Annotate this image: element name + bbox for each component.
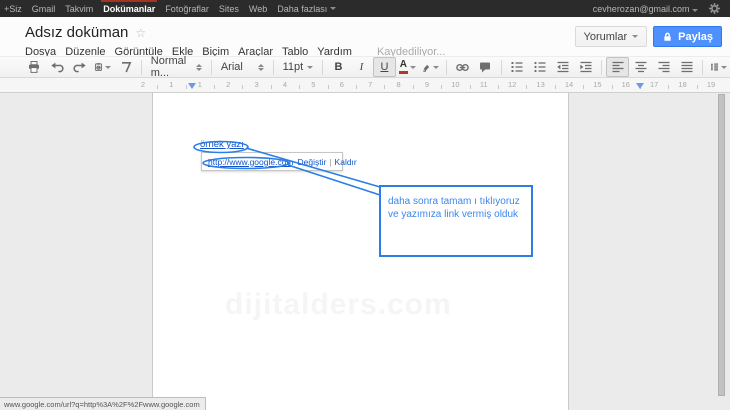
numbered-list-button[interactable] bbox=[505, 57, 528, 77]
bulleted-list-button[interactable] bbox=[528, 57, 551, 77]
comment-icon bbox=[478, 60, 492, 74]
nav-documents[interactable]: Dokümanlar bbox=[103, 0, 155, 17]
star-icon[interactable]: ☆ bbox=[135, 27, 146, 39]
toolbar-separator bbox=[501, 60, 502, 75]
link-bubble-divider: | bbox=[329, 157, 331, 167]
comments-button[interactable]: Yorumlar bbox=[575, 26, 648, 47]
browser-status-bar: www.google.com/url?q=http%3A%2F%2Fwww.go… bbox=[0, 397, 206, 410]
chevron-down-icon bbox=[721, 66, 727, 69]
toolbar-separator bbox=[322, 60, 323, 75]
chevron-down-icon bbox=[632, 35, 638, 38]
chevron-down-icon bbox=[410, 66, 416, 69]
google-bar-nav: +Siz Gmail Takvim Dokümanlar Fotoğraflar… bbox=[0, 0, 336, 17]
link-remove-button[interactable]: Kaldır bbox=[335, 157, 357, 167]
ruler-right-margin-marker[interactable] bbox=[636, 83, 644, 89]
nav-web[interactable]: Web bbox=[249, 0, 267, 17]
align-center-button[interactable] bbox=[629, 57, 652, 77]
chevron-down-icon bbox=[307, 66, 313, 69]
app-root: +Siz Gmail Takvim Dokümanlar Fotoğraflar… bbox=[0, 0, 730, 410]
print-button[interactable] bbox=[22, 57, 45, 77]
align-justify-button[interactable] bbox=[675, 57, 698, 77]
doc-header: Adsız doküman ☆ Dosya Düzenle Görüntüle … bbox=[0, 17, 730, 56]
line-spacing-button[interactable] bbox=[707, 57, 730, 77]
link-icon bbox=[455, 61, 470, 74]
toolbar-separator bbox=[141, 60, 142, 75]
vertical-scrollbar[interactable] bbox=[718, 94, 725, 396]
bold-button[interactable]: B bbox=[327, 57, 350, 77]
text-color-icon: A bbox=[399, 60, 408, 74]
nav-sites[interactable]: Sites bbox=[219, 0, 239, 17]
nav-photos[interactable]: Fotoğraflar bbox=[165, 0, 209, 17]
doc-title[interactable]: Adsız doküman bbox=[25, 24, 128, 41]
undo-button[interactable] bbox=[45, 57, 68, 77]
text-color-button[interactable]: A bbox=[396, 57, 419, 77]
insert-comment-button[interactable] bbox=[474, 57, 497, 77]
toolbar: Normal m... Arial 11pt B I U A bbox=[0, 56, 730, 78]
web-clipboard-button[interactable] bbox=[91, 57, 114, 77]
nav-gmail[interactable]: Gmail bbox=[32, 0, 56, 17]
underline-button[interactable]: U bbox=[373, 57, 396, 77]
spinner-icon bbox=[196, 64, 202, 71]
styles-dropdown[interactable]: Normal m... bbox=[146, 58, 207, 76]
toolbar-separator bbox=[601, 60, 602, 75]
chevron-down-icon bbox=[105, 66, 111, 69]
highlight-color-button[interactable] bbox=[419, 57, 442, 77]
toolbar-separator bbox=[211, 60, 212, 75]
active-tab-indicator bbox=[101, 0, 157, 2]
insert-link-button[interactable] bbox=[451, 57, 474, 77]
increase-indent-button[interactable] bbox=[574, 57, 597, 77]
account-menu[interactable]: cevherozan@gmail.com bbox=[593, 4, 698, 14]
toolbar-separator bbox=[273, 60, 274, 75]
account-area: cevherozan@gmail.com bbox=[593, 0, 730, 17]
chevron-down-icon bbox=[433, 66, 439, 69]
document-canvas: dijitalders.com örnek yazı http://www.go… bbox=[0, 92, 730, 410]
decrease-indent-button[interactable] bbox=[551, 57, 574, 77]
nav-more[interactable]: Daha fazlası bbox=[277, 0, 336, 17]
spinner-icon bbox=[258, 64, 264, 71]
font-size-dropdown[interactable]: 11pt bbox=[278, 58, 319, 76]
italic-button[interactable]: I bbox=[350, 57, 373, 77]
ruler: 2112345678910111213141516171819 bbox=[0, 78, 730, 93]
highlighter-icon bbox=[422, 61, 431, 74]
nav-calendar[interactable]: Takvim bbox=[65, 0, 93, 17]
align-left-button[interactable] bbox=[606, 57, 629, 77]
link-bubble: http://www.google.com Değiştir | Kaldır bbox=[201, 152, 343, 171]
callout-text: daha sonra tamam ı tıklıyoruz ve yazımız… bbox=[388, 196, 528, 221]
nav-plus-you[interactable]: +Siz bbox=[4, 0, 22, 17]
document-link-text[interactable]: örnek yazı bbox=[200, 139, 244, 150]
font-dropdown[interactable]: Arial bbox=[216, 58, 269, 76]
toolbar-separator bbox=[446, 60, 447, 75]
redo-button[interactable] bbox=[68, 57, 91, 77]
chevron-down-icon bbox=[692, 9, 698, 12]
lock-icon bbox=[662, 31, 673, 43]
toolbar-separator bbox=[702, 60, 703, 75]
google-bar: +Siz Gmail Takvim Dokümanlar Fotoğraflar… bbox=[0, 0, 730, 17]
link-change-button[interactable]: Değiştir bbox=[298, 157, 327, 167]
share-button[interactable]: Paylaş bbox=[653, 26, 722, 47]
watermark: dijitalders.com bbox=[225, 288, 452, 322]
link-bubble-url[interactable]: http://www.google.com bbox=[208, 157, 294, 167]
paint-format-button[interactable] bbox=[114, 57, 137, 77]
align-right-button[interactable] bbox=[652, 57, 675, 77]
ruler-left-margin-marker[interactable] bbox=[188, 83, 196, 89]
chevron-down-icon bbox=[330, 7, 336, 10]
gear-icon[interactable] bbox=[704, 0, 724, 17]
